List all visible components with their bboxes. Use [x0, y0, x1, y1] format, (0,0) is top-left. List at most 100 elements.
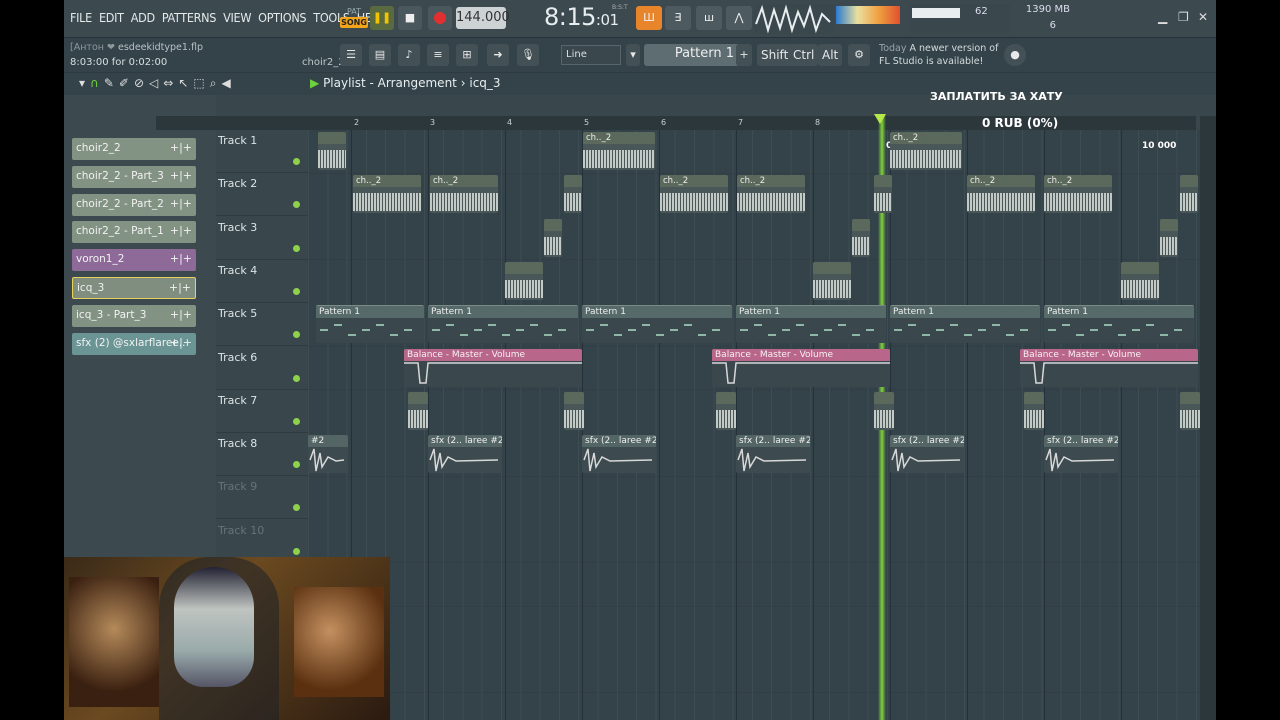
picker-item[interactable]: icq_3 +|+	[72, 277, 196, 299]
menu-edit[interactable]: EDIT	[99, 10, 124, 25]
audio-clip[interactable]	[544, 218, 562, 257]
audio-clip[interactable]	[1121, 261, 1159, 300]
arrow-right-icon[interactable]: ➜	[487, 44, 509, 66]
automation-clip[interactable]: Balance - Master - Volume	[1020, 348, 1198, 387]
audio-clip[interactable]	[1180, 175, 1198, 214]
song-position-display[interactable]: 8:15:01	[544, 3, 619, 31]
audio-clip[interactable]	[1180, 391, 1200, 430]
drag-handle-icon[interactable]: +|+	[170, 197, 192, 210]
snap-select[interactable]: Line	[561, 45, 621, 65]
sfx-clip[interactable]: sfx (2.. laree #2	[582, 435, 656, 474]
audio-clip[interactable]	[564, 391, 584, 430]
menu-file[interactable]: FILE	[70, 10, 92, 25]
automation-clip[interactable]: Balance - Master - Volume	[712, 348, 890, 387]
pattern-clip[interactable]: Pattern 1	[316, 305, 424, 344]
track-header[interactable]: Track 2	[216, 173, 308, 217]
track-enable-led[interactable]	[293, 547, 300, 555]
audio-clip[interactable]	[716, 391, 736, 430]
alt-key-button[interactable]: Alt	[818, 44, 843, 66]
audio-clip[interactable]	[874, 175, 892, 214]
mute-icon[interactable]: ◁	[149, 76, 163, 90]
paint-icon[interactable]: ✐	[119, 76, 134, 90]
pattern-clip[interactable]: Pattern 1	[736, 305, 886, 344]
news-gear-icon[interactable]: ⚙	[848, 44, 870, 66]
drag-handle-icon[interactable]: +|+	[170, 336, 192, 349]
picker-item[interactable]: choir2_2 +|+	[72, 138, 196, 160]
record-button[interactable]	[428, 6, 452, 30]
automation-clip[interactable]: Balance - Master - Volume	[404, 348, 582, 387]
channel-rack-icon[interactable]: ▤	[369, 44, 391, 66]
pattern-clip[interactable]: Pattern 1	[428, 305, 578, 344]
menu-arrow-icon[interactable]: ▾	[79, 76, 90, 90]
tempo-field[interactable]: 144.000	[456, 7, 510, 29]
track-header[interactable]: Track 8	[216, 433, 308, 477]
drag-handle-icon[interactable]: +|+	[169, 281, 191, 294]
sfx-clip[interactable]: sfx (2.. laree #2	[736, 435, 810, 474]
stop-button[interactable]: ■	[398, 6, 422, 30]
audio-clip[interactable]: ch.._2	[1044, 175, 1112, 214]
pattern-clip[interactable]: Pattern 1	[890, 305, 1040, 344]
sfx-clip[interactable]: sfx (2.. laree #2	[890, 435, 964, 474]
audio-clip[interactable]: ch.._2	[660, 175, 728, 214]
playlist-icon[interactable]: ☰	[340, 44, 362, 66]
audio-clip[interactable]: ch.._2	[353, 175, 421, 214]
track-header[interactable]: Track 5	[216, 303, 308, 347]
sfx-clip[interactable]: sfx (2.. laree #2	[428, 435, 502, 474]
close-icon[interactable]: ✕	[1198, 10, 1208, 24]
vertical-scrollbar[interactable]	[1200, 116, 1216, 720]
playlist-title[interactable]: ▶ Playlist - Arrangement › icq_3	[310, 76, 501, 90]
audio-clip[interactable]	[1024, 391, 1044, 430]
picker-item[interactable]: choir2_2 - Part_1 +|+	[72, 221, 196, 244]
audio-clip[interactable]	[564, 175, 582, 214]
audio-clip[interactable]	[813, 261, 851, 300]
drag-handle-icon[interactable]: +|+	[170, 141, 192, 154]
track-header[interactable]: Track 7	[216, 390, 308, 433]
track-header[interactable]: Track 1	[216, 130, 308, 173]
audio-clip[interactable]	[505, 261, 543, 300]
drag-handle-icon[interactable]: +|+	[170, 252, 192, 265]
typing-keyboard-icon[interactable]: Ш	[636, 6, 662, 30]
delete-icon[interactable]: ⊘	[134, 76, 149, 90]
audio-clip[interactable]	[408, 391, 428, 430]
snap-dropdown-icon[interactable]: ▾	[626, 44, 640, 66]
track-enable-led[interactable]	[293, 504, 300, 512]
audio-clip[interactable]: ch.._2	[737, 175, 805, 214]
audio-clip[interactable]: ch.._2	[890, 132, 962, 170]
online-icon[interactable]: ●	[1004, 44, 1026, 66]
audio-clip[interactable]	[1160, 218, 1178, 257]
mixer-icon[interactable]: ≡	[427, 44, 449, 66]
drag-handle-icon[interactable]: +|+	[170, 224, 192, 237]
menu-add[interactable]: ADD	[131, 10, 155, 25]
ctrl-key-button[interactable]: Ctrl	[789, 44, 819, 66]
track-enable-led[interactable]	[293, 331, 300, 339]
piano-roll-icon[interactable]: ♪	[398, 44, 420, 66]
blend-notes-icon[interactable]: ш	[696, 6, 722, 30]
audio-clip[interactable]: ch.._2	[967, 175, 1035, 214]
speaker-icon[interactable]: ◀	[221, 76, 235, 90]
track-enable-led[interactable]	[293, 201, 300, 209]
maximize-icon[interactable]: ❐	[1178, 10, 1189, 24]
audio-clip[interactable]	[874, 391, 894, 430]
track-enable-led[interactable]	[293, 374, 300, 382]
menu-options[interactable]: OPTIONS	[258, 10, 306, 25]
audio-clip[interactable]	[318, 132, 346, 170]
track-header[interactable]: Track 3	[216, 217, 308, 260]
play-pause-button[interactable]: ❚❚	[370, 6, 394, 30]
picker-item[interactable]: choir2_2 - Part_3 +|+	[72, 165, 196, 188]
track-enable-led[interactable]	[293, 244, 300, 252]
picker-item[interactable]: voron1_2 +|+	[72, 249, 196, 272]
pat-song-toggle[interactable]: PAT SONG	[340, 6, 368, 30]
playhead-marker[interactable]	[874, 114, 886, 124]
picker-item[interactable]: choir2_2 - Part_2 +|+	[72, 193, 196, 216]
browser-icon[interactable]: ⊞	[456, 44, 478, 66]
sfx-clip[interactable]: #2	[308, 435, 348, 474]
track-enable-led[interactable]	[293, 287, 300, 295]
microphone-icon[interactable]: 🎙	[517, 44, 539, 66]
drag-handle-icon[interactable]: +|+	[170, 308, 192, 321]
news-panel[interactable]: Today A newer version of FL Studio is av…	[879, 42, 998, 68]
slip-icon[interactable]: ⇔	[163, 76, 178, 90]
drag-handle-icon[interactable]: +|+	[170, 169, 192, 182]
track-enable-led[interactable]	[293, 158, 300, 165]
step-edit-icon[interactable]: ∃	[665, 6, 691, 30]
picker-item[interactable]: sfx (2) @sxlarflaree.. +|+	[72, 332, 196, 355]
